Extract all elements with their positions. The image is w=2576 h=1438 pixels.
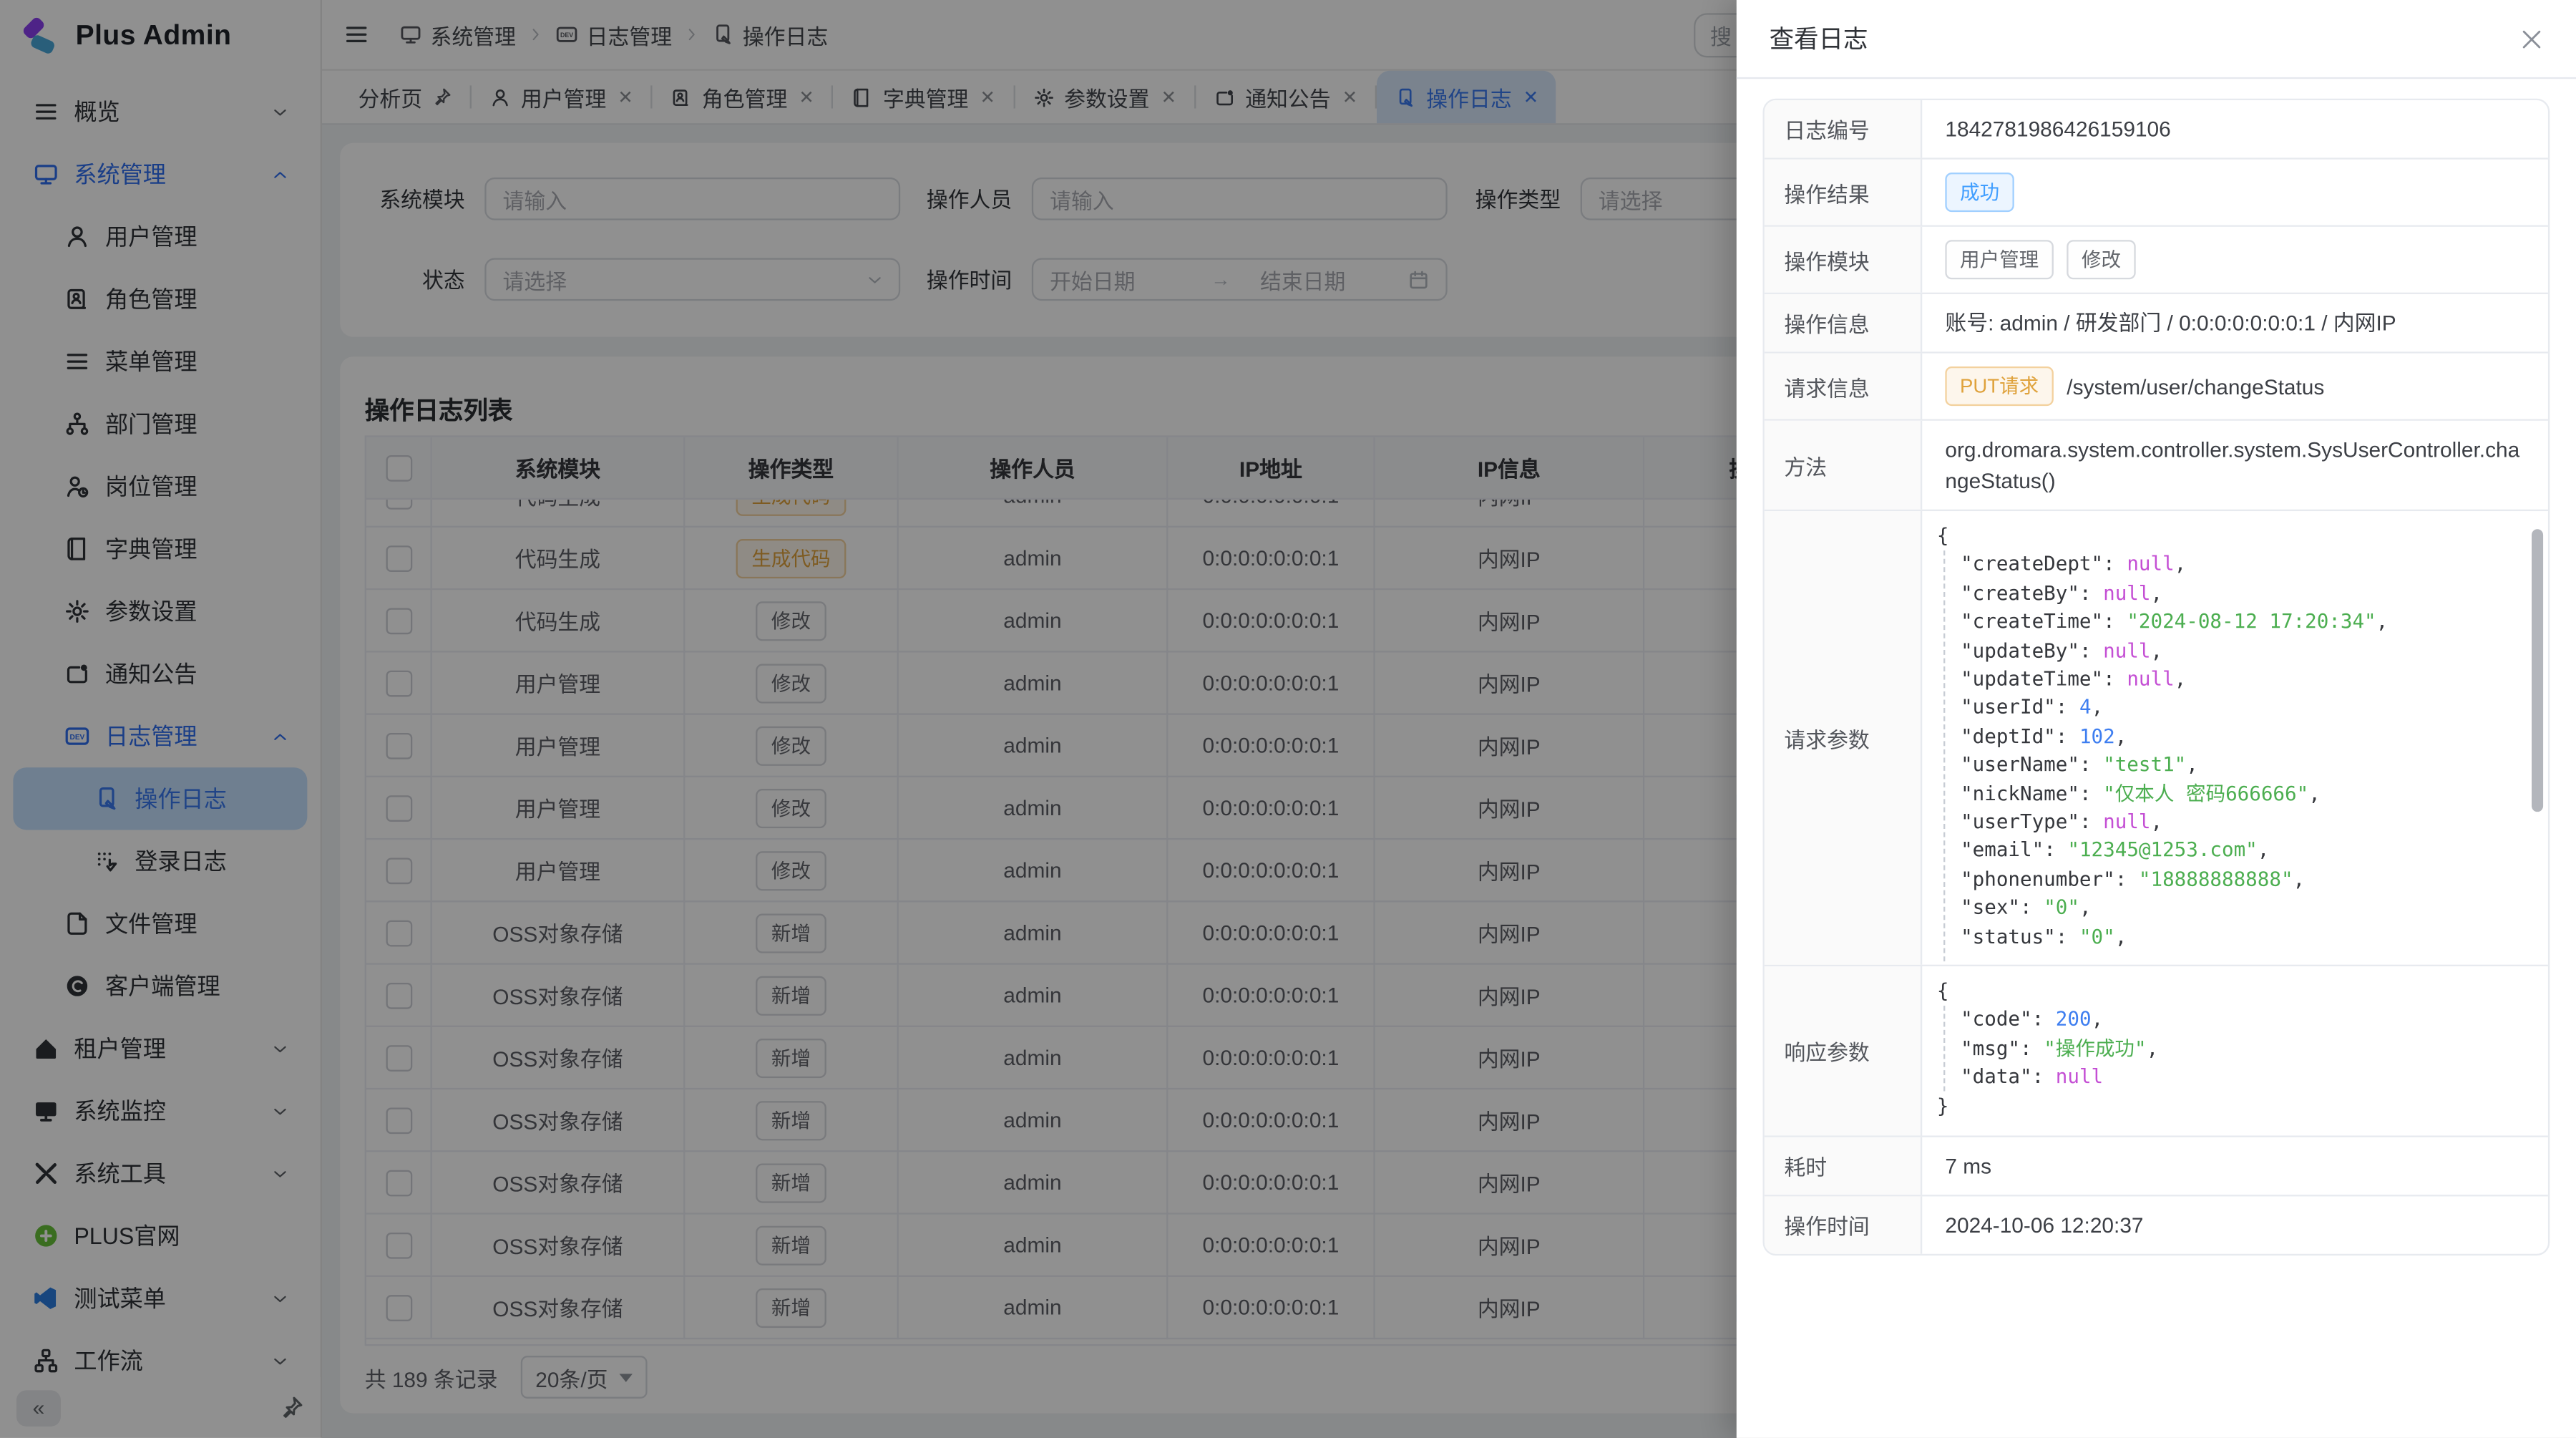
json-code-block[interactable]: { "code": 200, "msg": "操作成功", "data": nu… (1922, 966, 2548, 1135)
drawer-header: 查看日志 (1737, 0, 2576, 79)
detail-value: org.dromara.system.controller.system.Sys… (1922, 421, 2548, 510)
detail-label: 请求信息 (1765, 354, 1922, 419)
value-tag: 用户管理 (1945, 240, 2054, 279)
detail-label: 耗时 (1765, 1137, 1922, 1195)
detail-row-耗时: 耗时7 ms (1765, 1135, 2548, 1195)
detail-label: 日志编号 (1765, 100, 1922, 157)
value-tag: 修改 (2067, 240, 2135, 279)
detail-row-操作时间: 操作时间2024-10-06 12:20:37 (1765, 1195, 2548, 1254)
detail-value: 用户管理修改 (1922, 227, 2548, 293)
detail-row-操作信息: 操作信息账号: admin / 研发部门 / 0:0:0:0:0:0:0:1 /… (1765, 293, 2548, 352)
request-method-tag: PUT请求 (1945, 366, 2054, 406)
detail-label: 操作信息 (1765, 294, 1922, 351)
detail-label: 请求参数 (1765, 511, 1922, 965)
json-code-block[interactable]: { "createDept": null, "createBy": null, … (1922, 511, 2548, 965)
detail-label: 方法 (1765, 421, 1922, 510)
detail-row-日志编号: 日志编号1842781986426159106 (1765, 100, 2548, 157)
detail-label: 操作结果 (1765, 160, 1922, 225)
detail-value: PUT请求/system/user/changeStatus (1922, 354, 2548, 419)
app-root: Plus Admin 概览系统管理用户管理角色管理菜单管理部门管理岗位管理字典管… (0, 0, 2576, 1438)
detail-row-操作结果: 操作结果成功 (1765, 157, 2548, 225)
detail-value: 成功 (1922, 160, 2548, 225)
close-icon[interactable] (2520, 27, 2543, 50)
detail-value: { "createDept": null, "createBy": null, … (1922, 511, 2548, 965)
detail-label: 响应参数 (1765, 966, 1922, 1135)
log-detail-table: 日志编号1842781986426159106操作结果成功操作模块用户管理修改操… (1763, 99, 2550, 1255)
detail-row-响应参数: 响应参数{ "code": 200, "msg": "操作成功", "data"… (1765, 965, 2548, 1136)
scrollbar[interactable] (2532, 516, 2543, 960)
detail-row-操作模块: 操作模块用户管理修改 (1765, 225, 2548, 293)
code-lines: { "code": 200, "msg": "操作成功", "data": nu… (1922, 966, 2548, 1121)
value-tag: 成功 (1945, 173, 2014, 212)
scrollbar-thumb[interactable] (2532, 529, 2543, 812)
detail-row-请求信息: 请求信息PUT请求/system/user/changeStatus (1765, 351, 2548, 419)
detail-value: 2024-10-06 12:20:37 (1922, 1196, 2548, 1253)
drawer-title: 查看日志 (1770, 21, 1868, 56)
detail-value: 账号: admin / 研发部门 / 0:0:0:0:0:0:0:1 / 内网I… (1922, 294, 2548, 351)
code-lines: { "createDept": null, "createBy": null, … (1922, 511, 2548, 952)
detail-row-方法: 方法org.dromara.system.controller.system.S… (1765, 419, 2548, 509)
detail-value: 7 ms (1922, 1137, 2548, 1195)
detail-value: { "code": 200, "msg": "操作成功", "data": nu… (1922, 966, 2548, 1135)
request-url: /system/user/changeStatus (2067, 371, 2324, 402)
detail-label: 操作时间 (1765, 1196, 1922, 1253)
indent-guide (1943, 550, 1945, 961)
indent-guide (1943, 1006, 1945, 1092)
detail-row-请求参数: 请求参数{ "createDept": null, "createBy": nu… (1765, 510, 2548, 965)
detail-label: 操作模块 (1765, 227, 1922, 293)
detail-value: 1842781986426159106 (1922, 100, 2548, 157)
log-detail-drawer: 查看日志 日志编号1842781986426159106操作结果成功操作模块用户… (1737, 0, 2576, 1438)
